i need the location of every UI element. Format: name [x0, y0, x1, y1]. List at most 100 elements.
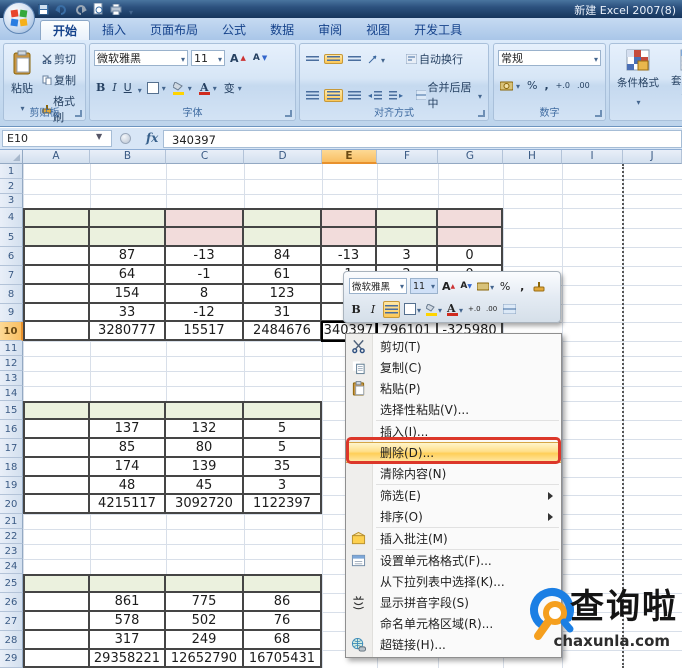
cell-A17[interactable] — [23, 439, 90, 458]
cell-A28[interactable] — [23, 631, 90, 650]
cell-D15[interactable] — [244, 401, 322, 420]
cell-B17[interactable]: 85 — [90, 439, 166, 458]
cell-A4[interactable] — [23, 208, 90, 228]
number-dialog-launcher-icon[interactable] — [595, 110, 602, 117]
cell-F5[interactable] — [377, 228, 438, 247]
cell-E6[interactable]: -13 — [322, 247, 377, 266]
fill-color-button[interactable] — [171, 80, 194, 96]
column-header-J[interactable]: J — [623, 150, 682, 164]
cell-C17[interactable]: 80 — [166, 439, 244, 458]
cell-C27[interactable]: 502 — [166, 612, 244, 631]
cell-G5[interactable] — [438, 228, 503, 247]
row-header-3[interactable]: 3 — [0, 194, 23, 208]
mini-shrink-font-button[interactable]: A ▼ — [459, 278, 473, 295]
row-header-23[interactable]: 23 — [0, 544, 23, 559]
cell-G4[interactable] — [438, 208, 503, 228]
orientation-button[interactable] — [366, 52, 387, 67]
cell-C19[interactable]: 45 — [166, 477, 244, 495]
row-header-20[interactable]: 20 — [0, 495, 23, 514]
decrease-decimal-button[interactable]: .00 — [575, 80, 592, 91]
cell-B27[interactable]: 578 — [90, 612, 166, 631]
row-header-1[interactable]: 1 — [0, 164, 23, 179]
top-align-button[interactable] — [304, 55, 321, 63]
menu-item-选择性粘贴[interactable]: 选择性粘贴(V)... — [346, 399, 561, 420]
increase-decimal-button[interactable]: +.0 — [554, 80, 572, 91]
row-header-9[interactable]: 9 — [0, 304, 23, 322]
cell-C29[interactable]: 12652790 — [166, 650, 244, 668]
mini-grow-font-button[interactable]: A ▲ — [441, 278, 456, 295]
row-header-8[interactable]: 8 — [0, 285, 23, 304]
cell-D7[interactable]: 61 — [244, 266, 322, 285]
cell-B19[interactable]: 48 — [90, 477, 166, 495]
cell-A5[interactable] — [23, 228, 90, 247]
cell-A25[interactable] — [23, 574, 90, 593]
formula-input[interactable]: 340397 — [163, 130, 682, 148]
cell-C5[interactable] — [166, 228, 244, 247]
format-as-table-button[interactable]: 套用表格格式 — [666, 49, 682, 99]
tab-视图[interactable]: 视图 — [354, 20, 402, 40]
column-header-C[interactable]: C — [166, 150, 244, 164]
underline-button[interactable]: U — [122, 80, 134, 95]
cell-C10[interactable]: 15517 — [166, 322, 244, 341]
mini-merge-center-button[interactable] — [502, 301, 517, 318]
cell-B18[interactable]: 174 — [90, 458, 166, 477]
alignment-dialog-launcher-icon[interactable] — [478, 110, 485, 117]
cell-A10[interactable] — [23, 322, 90, 341]
align-center-button[interactable] — [324, 88, 343, 102]
row-header-6[interactable]: 6 — [0, 247, 23, 266]
cell-D29[interactable]: 16705431 — [244, 650, 322, 668]
qat-dropdown-caret-icon[interactable] — [128, 0, 133, 19]
row-header-19[interactable]: 19 — [0, 477, 23, 495]
cell-C20[interactable]: 3092720 — [166, 495, 244, 514]
cell-A20[interactable] — [23, 495, 90, 514]
cell-D26[interactable]: 86 — [244, 593, 322, 612]
row-header-28[interactable]: 28 — [0, 631, 23, 650]
column-header-G[interactable]: G — [438, 150, 503, 164]
redo-icon[interactable] — [74, 4, 87, 15]
cell-B8[interactable]: 154 — [90, 285, 166, 304]
cell-D28[interactable]: 68 — [244, 631, 322, 650]
cell-B6[interactable]: 87 — [90, 247, 166, 266]
column-header-E[interactable]: E — [322, 150, 377, 164]
cell-B7[interactable]: 64 — [90, 266, 166, 285]
cell-C9[interactable]: -12 — [166, 304, 244, 322]
cell-A6[interactable] — [23, 247, 90, 266]
column-header-A[interactable]: A — [23, 150, 90, 164]
italic-button[interactable]: I — [110, 80, 118, 95]
cell-B9[interactable]: 33 — [90, 304, 166, 322]
cell-B15[interactable] — [90, 401, 166, 420]
mini-percent-button[interactable]: % — [498, 278, 512, 295]
row-header-4[interactable]: 4 — [0, 208, 23, 228]
cell-D5[interactable] — [244, 228, 322, 247]
menu-item-剪切[interactable]: 剪切(T) — [346, 336, 561, 357]
row-header-26[interactable]: 26 — [0, 593, 23, 612]
middle-align-button[interactable] — [324, 54, 343, 64]
cell-A15[interactable] — [23, 401, 90, 420]
mini-accounting-button[interactable] — [476, 278, 495, 295]
cell-B5[interactable] — [90, 228, 166, 247]
mini-comma-button[interactable]: , — [515, 278, 529, 295]
select-all-corner[interactable] — [0, 150, 23, 164]
menu-item-设置单元格格式[interactable]: 设置单元格格式(F)... — [346, 550, 561, 571]
menu-item-插入批注[interactable]: 插入批注(M) — [346, 528, 561, 549]
font-dialog-launcher-icon[interactable] — [285, 110, 292, 117]
cell-D6[interactable]: 84 — [244, 247, 322, 266]
formula-cancel-icon[interactable] — [120, 133, 131, 144]
tab-开发工具[interactable]: 开发工具 — [402, 20, 474, 40]
cell-D25[interactable] — [244, 574, 322, 593]
bold-button[interactable]: B — [94, 80, 107, 95]
cell-A29[interactable] — [23, 650, 90, 668]
menu-item-排序[interactable]: 排序(O) — [346, 506, 561, 527]
row-header-13[interactable]: 13 — [0, 371, 23, 386]
cell-C6[interactable]: -13 — [166, 247, 244, 266]
office-button[interactable] — [3, 2, 35, 34]
mini-italic-button[interactable]: I — [366, 301, 380, 318]
mini-format-painter-button[interactable] — [532, 278, 546, 295]
cell-D27[interactable]: 76 — [244, 612, 322, 631]
clipboard-dialog-launcher-icon[interactable] — [75, 110, 82, 117]
undo-icon[interactable] — [55, 4, 68, 15]
cell-D4[interactable] — [244, 208, 322, 228]
cell-B26[interactable]: 861 — [90, 593, 166, 612]
row-header-21[interactable]: 21 — [0, 514, 23, 529]
cell-A27[interactable] — [23, 612, 90, 631]
